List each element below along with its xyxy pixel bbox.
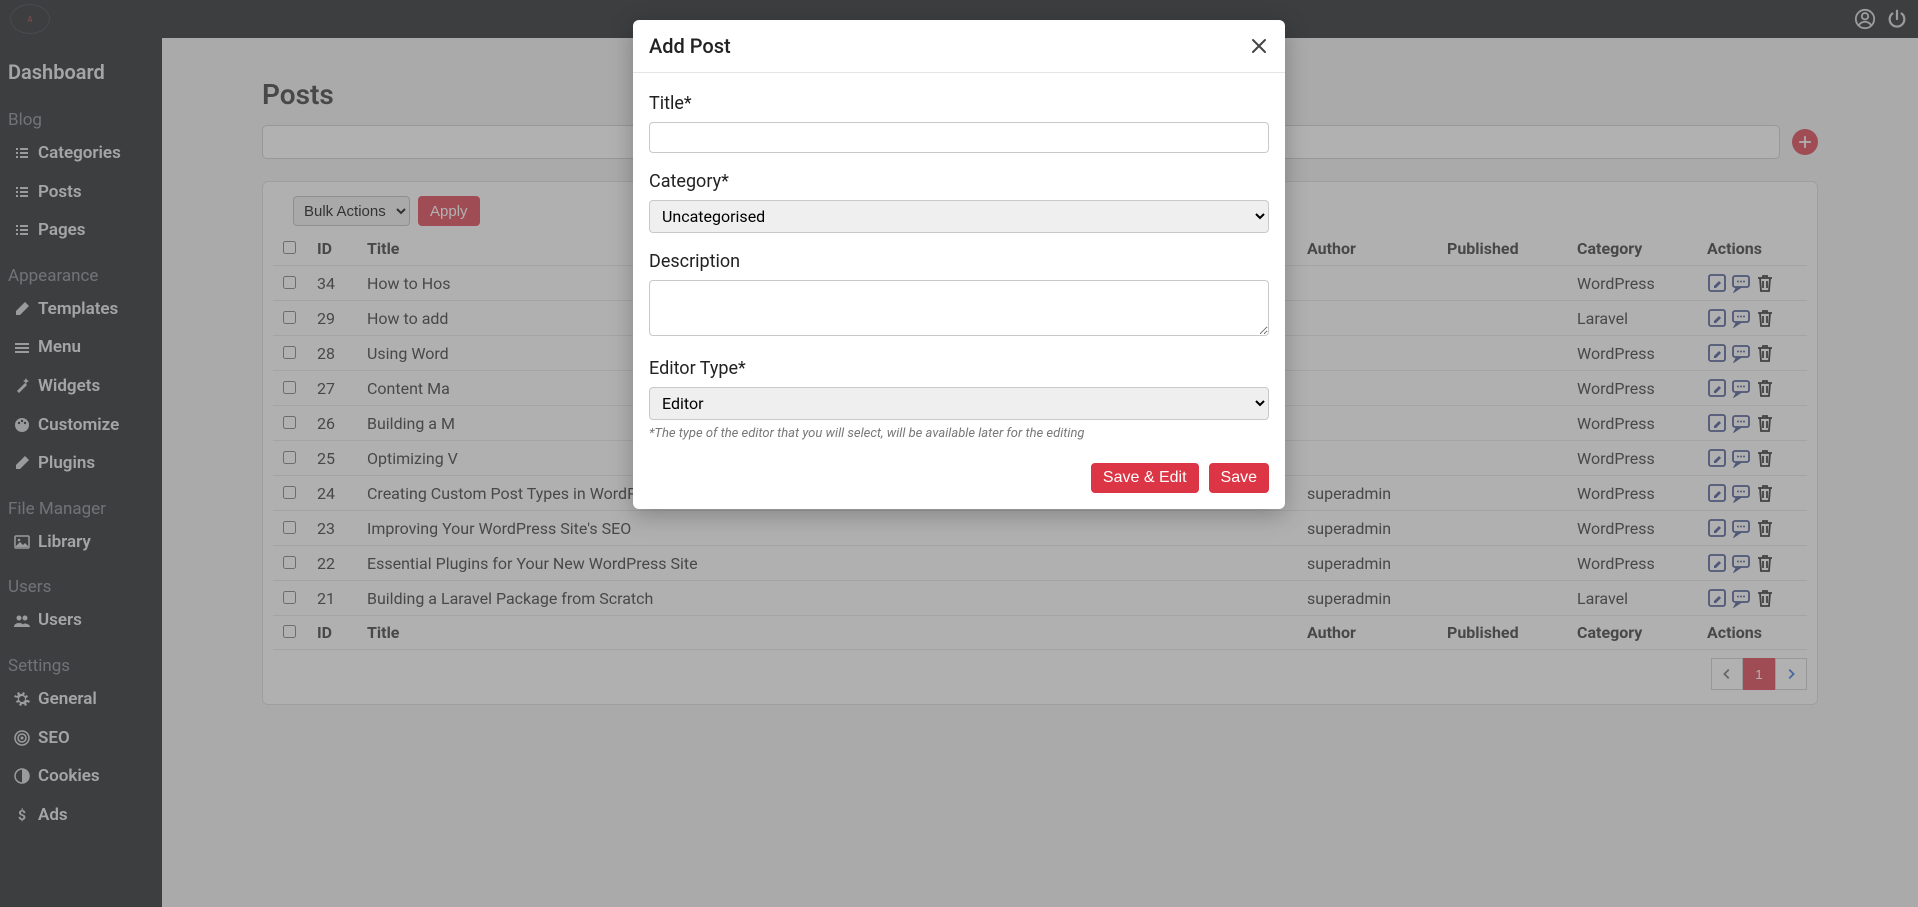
editor-helper-text: *The type of the editor that you will se… (649, 426, 1269, 441)
editor-type-select[interactable]: Editor (649, 387, 1269, 420)
save-button[interactable]: Save (1209, 463, 1269, 493)
editor-type-label: Editor Type* (649, 358, 1269, 379)
save-and-edit-button[interactable]: Save & Edit (1091, 463, 1199, 493)
close-icon[interactable] (1249, 36, 1269, 56)
title-label: Title* (649, 93, 1269, 114)
modal-title: Add Post (649, 34, 731, 58)
description-label: Description (649, 251, 1269, 272)
add-post-modal: Add Post Title* Category* Uncategorised … (633, 20, 1285, 509)
category-select[interactable]: Uncategorised (649, 200, 1269, 233)
category-label: Category* (649, 171, 1269, 192)
description-textarea[interactable] (649, 280, 1269, 336)
title-input[interactable] (649, 122, 1269, 153)
